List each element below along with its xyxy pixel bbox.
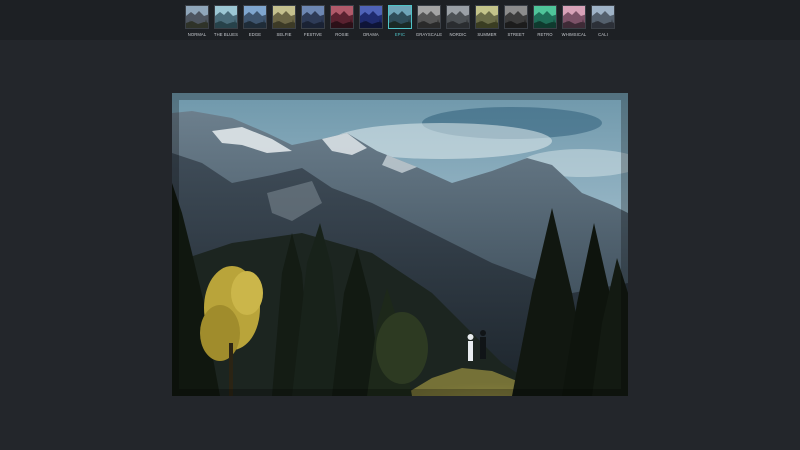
filter-label: WHIMSICAL xyxy=(561,32,587,37)
filter-label: FESTIVE xyxy=(303,32,323,37)
filter-label: SUMMER xyxy=(477,32,497,37)
filter-nordic[interactable]: NORDIC xyxy=(445,5,471,37)
filter-thumbnail[interactable] xyxy=(330,5,354,29)
filter-label: THE BLUES xyxy=(213,32,239,37)
filter-toolbar: NORMAL THE BLUES EDGE SELFIE FESTIVE ROSIE DRA… xyxy=(0,0,800,40)
landscape-photo xyxy=(172,93,628,396)
filter-label: STREET xyxy=(507,32,525,37)
filter-edge[interactable]: EDGE xyxy=(242,5,268,37)
bush xyxy=(376,312,428,384)
filter-thumbnail[interactable] xyxy=(446,5,470,29)
filter-cali[interactable]: CALI xyxy=(590,5,616,37)
filter-thumbnail[interactable] xyxy=(301,5,325,29)
filter-list: NORMAL THE BLUES EDGE SELFIE FESTIVE ROSIE DRA… xyxy=(184,5,616,37)
filter-street[interactable]: STREET xyxy=(503,5,529,37)
filter-label: NORDIC xyxy=(449,32,467,37)
filter-summer[interactable]: SUMMER xyxy=(474,5,500,37)
filter-thumbnail[interactable] xyxy=(388,5,412,29)
filter-epic[interactable]: EPIC xyxy=(387,5,413,37)
filter-drama[interactable]: DRAMA xyxy=(358,5,384,37)
filter-thumbnail[interactable] xyxy=(562,5,586,29)
filter-thumbnail[interactable] xyxy=(272,5,296,29)
filter-thumbnail[interactable] xyxy=(533,5,557,29)
filter-thumbnail[interactable] xyxy=(185,5,209,29)
filter-label: DRAMA xyxy=(363,32,379,37)
filter-the-blues[interactable]: THE BLUES xyxy=(213,5,239,37)
filter-label: CALI xyxy=(598,32,608,37)
filter-label: GRAYSCALE xyxy=(415,32,443,37)
filter-thumbnail[interactable] xyxy=(417,5,441,29)
photo-editor: NORMAL THE BLUES EDGE SELFIE FESTIVE ROSIE DRA… xyxy=(0,0,800,450)
filter-rosie[interactable]: ROSIE xyxy=(329,5,355,37)
filter-label: SELFIE xyxy=(276,32,292,37)
filter-thumbnail[interactable] xyxy=(504,5,528,29)
filter-label: EDGE xyxy=(248,32,262,37)
filter-thumbnail[interactable] xyxy=(591,5,615,29)
filter-normal[interactable]: NORMAL xyxy=(184,5,210,37)
filter-thumbnail[interactable] xyxy=(475,5,499,29)
photo-preview xyxy=(172,93,628,396)
filter-selfie[interactable]: SELFIE xyxy=(271,5,297,37)
filter-thumbnail[interactable] xyxy=(214,5,238,29)
filter-label: RETRO xyxy=(537,32,553,37)
filter-thumbnail[interactable] xyxy=(243,5,267,29)
filter-label: NORMAL xyxy=(187,32,207,37)
filter-thumbnail[interactable] xyxy=(359,5,383,29)
filter-grayscale[interactable]: GRAYSCALE xyxy=(416,5,442,37)
filter-label: EPIC xyxy=(394,32,406,37)
filter-retro[interactable]: RETRO xyxy=(532,5,558,37)
filter-label: ROSIE xyxy=(335,32,349,37)
filter-whimsical[interactable]: WHIMSICAL xyxy=(561,5,587,37)
filter-festive[interactable]: FESTIVE xyxy=(300,5,326,37)
